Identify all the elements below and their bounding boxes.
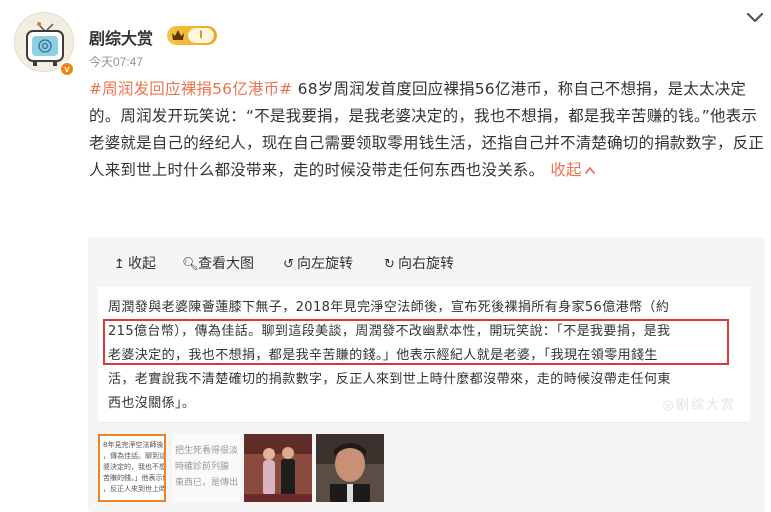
thumbnail-3[interactable] [244, 434, 312, 502]
image-text: 周潤發與老婆陳薈蓮膝下無子，2018年見完淨空法師後，宣布死後裸捐所有身家56億… [108, 296, 740, 416]
rotate-right-icon: ↻ [384, 257, 395, 272]
rotate-left-icon: ↺ [283, 257, 294, 272]
thumbnail-text: 時確診前列腺 [175, 462, 230, 472]
collapse-image-label: 收起 [128, 256, 156, 272]
thumbnail-4[interactable] [316, 434, 384, 502]
image-text-line: 老婆決定的，我也不想捐，都是我辛苦賺的錢。」他表示經紀人就是老婆，「我現在領零用… [108, 348, 658, 363]
collapse-text-button[interactable]: 收起 [550, 161, 595, 179]
rank-badge[interactable]: I [167, 26, 217, 45]
image-toolbar: ↥ 收起 🔍︎查看大图 ↺ 向左旋转 ↻ 向右旋转 [88, 237, 765, 287]
rotate-right-button[interactable]: ↻ 向右旋转 [382, 253, 454, 273]
arrow-up-icon: ↥ [114, 257, 125, 272]
search-icon: 🔍︎ [182, 257, 199, 272]
image-text-line: 215億台幣），傳為佳話。聊到這段美談，周潤發不改幽默本性，開玩笑說：「不是我要… [108, 324, 671, 339]
thumbnail-text: 苦賺的錢。」他表示經 [103, 474, 166, 482]
hashtag-link[interactable]: #周润发回应裸捐56亿港币# [89, 80, 293, 98]
thumbnail-text: ，反正人來到世上時 [103, 485, 166, 493]
photo-portrait-icon [316, 434, 384, 502]
view-large-button[interactable]: 🔍︎查看大图 [182, 253, 254, 273]
thumbnail-1[interactable]: 8年見完淨空法師後， ，傳為佳話。聊到這段 婆決定的，我也不想 苦賺的錢。」他表… [98, 434, 166, 502]
photo-couple-icon [244, 434, 312, 502]
view-large-label: 查看大图 [198, 256, 254, 272]
collapse-image-button[interactable]: ↥ 收起 [112, 253, 156, 273]
post-body: #周润发回应裸捐56亿港币# 68岁周润发首度回应裸捐56亿港币，称自己不想捐，… [89, 76, 765, 184]
image-text-line: 周潤發與老婆陳薈蓮膝下無子，2018年見完淨空法師後，宣布死後裸捐所有身家56億… [108, 300, 670, 315]
image-text-line: 西也沒關係」。 [108, 396, 196, 411]
rotate-right-label: 向右旋转 [398, 256, 454, 272]
image-text-line: 活，老實說我不清楚確切的捐款數字，反正人來到世上時什麼都沒帶來，走的時候沒帶走任… [108, 372, 671, 387]
rotate-left-button[interactable]: ↺ 向左旋转 [281, 253, 353, 273]
thumbnail-text: 婆決定的，我也不想 [103, 463, 166, 471]
collapse-label: 收起 [550, 161, 582, 179]
timestamp[interactable]: 今天07:47 [89, 53, 143, 70]
thumbnail-text: 東西已，是傳出 [175, 478, 239, 488]
thumbnail-text: 8年見完淨空法師後， [103, 441, 166, 449]
verified-badge: v [59, 61, 75, 77]
chevron-down-icon[interactable] [745, 10, 765, 24]
thumbnail-text: ，傳為佳話。聊到這段 [103, 452, 166, 460]
thumbnail-text: 把生死看得很淡 [175, 446, 239, 456]
media-panel: ↥ 收起 🔍︎查看大图 ↺ 向左旋转 ↻ 向右旋转 周潤發與老婆陳薈蓮膝下無子，201… [88, 237, 765, 512]
expanded-image[interactable]: 周潤發與老婆陳薈蓮膝下無子，2018年見完淨空法師後，宣布死後裸捐所有身家56億… [98, 287, 750, 423]
rank-level: I [188, 28, 214, 43]
chevron-up-icon [584, 167, 595, 174]
username[interactable]: 剧综大赏 [89, 25, 153, 49]
thumbnail-2[interactable]: 把生死看得很淡 時確診前列腺 東西已，是傳出 [172, 434, 240, 502]
watermark: ◎剧综大赏 [662, 398, 736, 413]
rotate-left-label: 向左旋转 [297, 256, 353, 272]
crown-icon [172, 30, 184, 40]
